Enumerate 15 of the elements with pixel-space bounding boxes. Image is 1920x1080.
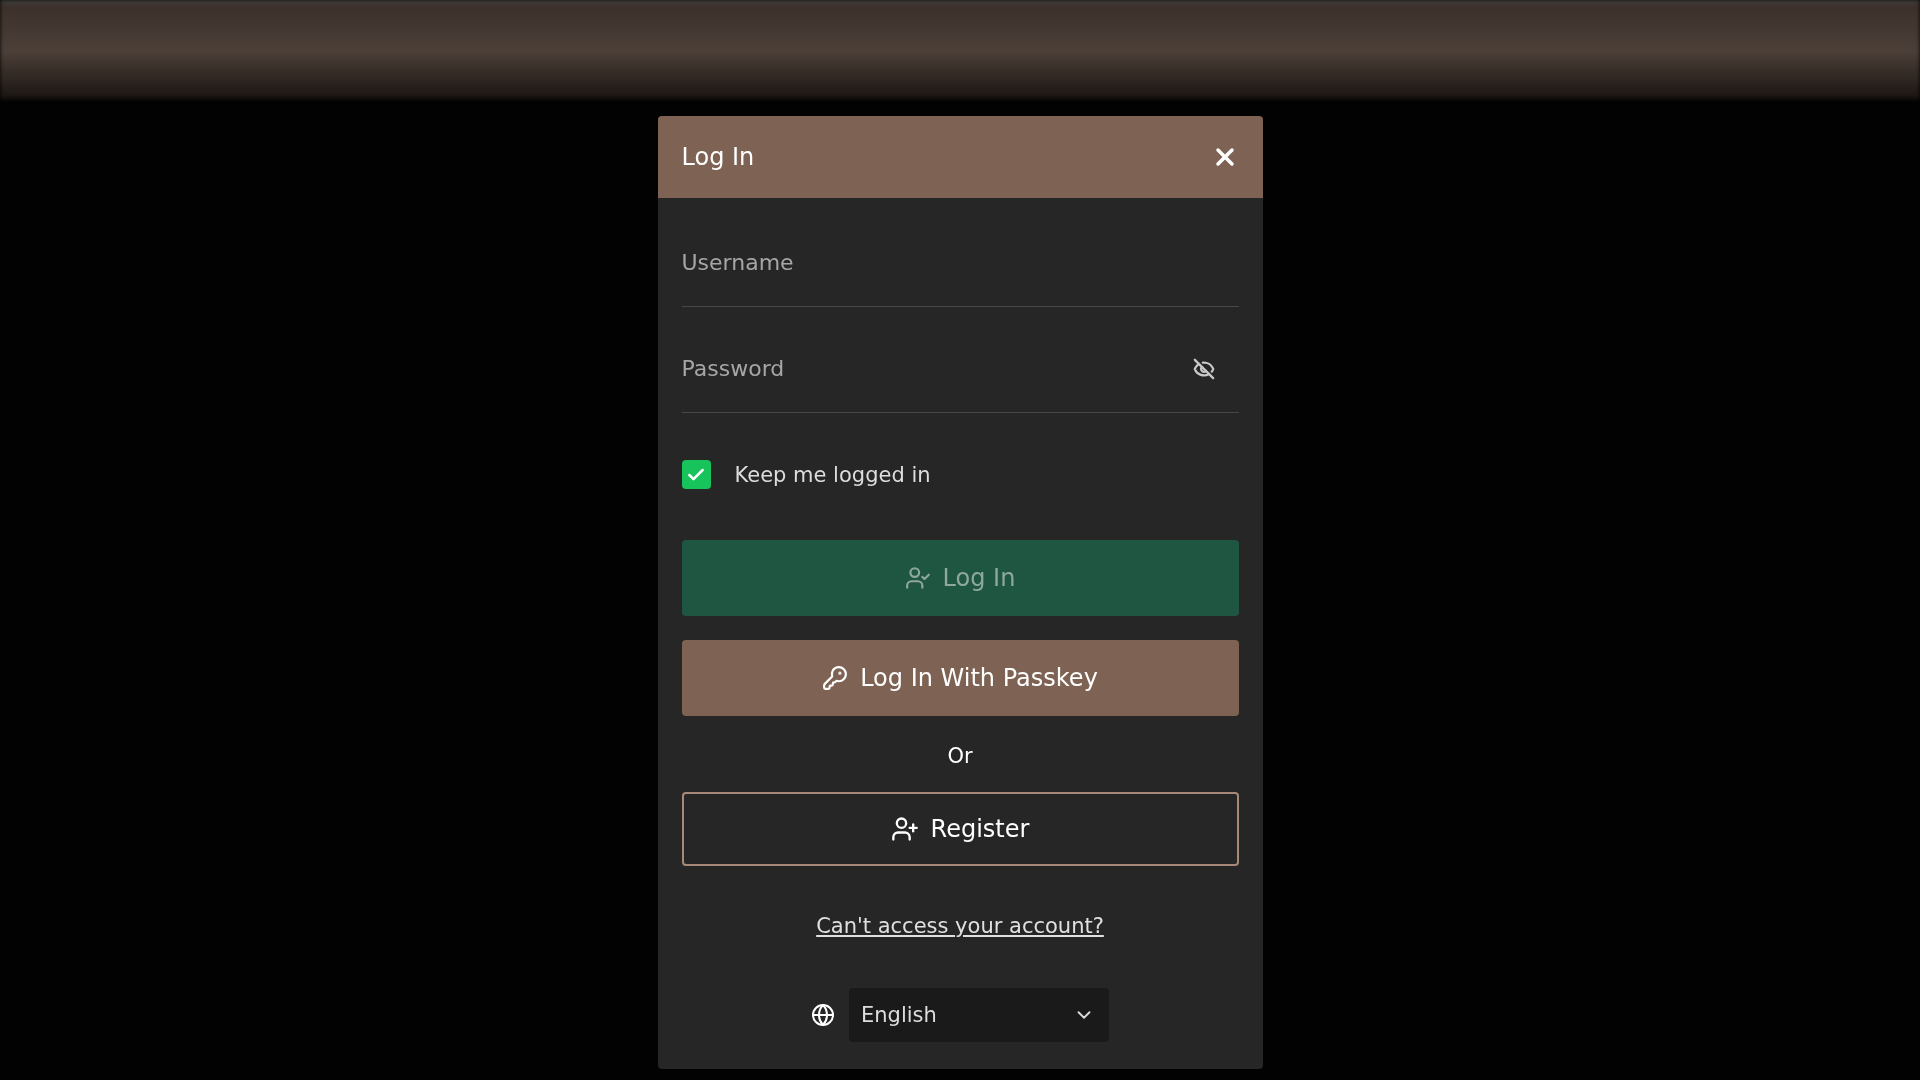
password-field[interactable]: Password <box>681 325 1239 413</box>
key-icon <box>822 665 849 691</box>
eye-off-icon[interactable] <box>1192 358 1215 380</box>
user-check-icon <box>904 565 931 591</box>
language-select[interactable]: English <box>849 988 1109 1042</box>
checkbox[interactable] <box>681 460 711 489</box>
username-field[interactable]: Username <box>681 219 1239 307</box>
or-separator: Or <box>946 744 974 768</box>
globe-icon <box>811 1003 835 1027</box>
dialog-title: Log In <box>681 143 755 171</box>
register-button[interactable]: Register <box>681 792 1239 866</box>
passkey-login-button[interactable]: Log In With Passkey <box>681 640 1239 716</box>
user-plus-icon <box>890 815 919 843</box>
account-help-link[interactable]: Can't access your account? <box>816 914 1104 938</box>
checkbox-label: Keep me logged in <box>734 462 931 487</box>
